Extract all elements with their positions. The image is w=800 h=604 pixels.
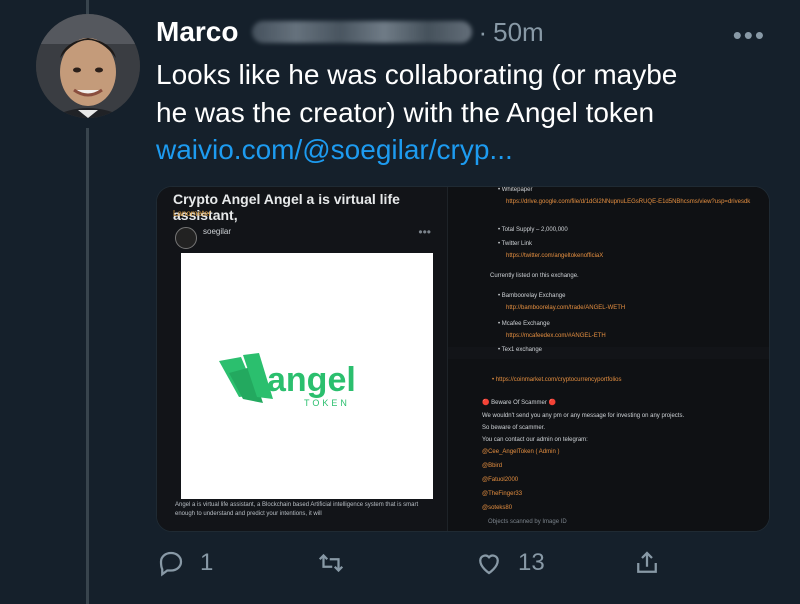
post-header: soegilar ••• bbox=[173, 223, 437, 249]
post-author: soegilar bbox=[203, 227, 232, 236]
card-title: Crypto Angel Angel a is virtual life ass… bbox=[173, 191, 400, 223]
retweet-button[interactable] bbox=[316, 548, 360, 578]
card-description: Angel a is virtual life assistant, a Blo… bbox=[175, 502, 419, 517]
tweet-actions: 1 13 bbox=[156, 548, 756, 588]
tweet-text-line-1: Looks like he was collaborating (or mayb… bbox=[156, 59, 678, 90]
author-name[interactable]: Marco bbox=[156, 16, 238, 48]
tweet-media-image[interactable]: Crypto Angel Angel a is virtual life ass… bbox=[156, 186, 770, 532]
tweet-text-line-2: he was the creator) with the Angel token bbox=[156, 97, 655, 128]
twitter-label: • Twitter Link bbox=[498, 241, 533, 247]
listed-label: Currently listed on this exchange. bbox=[490, 273, 579, 279]
scan-note: Objects scanned by Image ID bbox=[488, 519, 567, 525]
handle-4: @soteks80 bbox=[482, 505, 513, 511]
post-avatar bbox=[175, 227, 197, 249]
reply-button[interactable]: 1 bbox=[156, 548, 213, 578]
handle-1: @Bbird bbox=[482, 463, 503, 469]
blurred-handle bbox=[252, 21, 473, 43]
separator-dot: · bbox=[478, 16, 488, 47]
avatar-photo bbox=[36, 14, 140, 118]
beware-heading: 🔴 Beware Of Scammer 🔴 bbox=[482, 400, 556, 406]
exchange-1-link: http://bamboorelay.com/trade/ANGEL-WETH bbox=[506, 305, 626, 311]
tweet-link[interactable]: waivio.com/@soegilar/cryp... bbox=[156, 134, 513, 166]
thread-line-top bbox=[86, 0, 89, 14]
total-supply: • Total Supply – 2,000,000 bbox=[498, 227, 568, 233]
right-top-section: • Whitepaper https://drive.google.com/fi… bbox=[448, 187, 769, 353]
handle-2: @Fatuol2000 bbox=[482, 477, 519, 483]
warning-text-2: So beware of scammer. bbox=[482, 425, 546, 431]
card-tag: Lanometer bbox=[173, 209, 212, 218]
tweet-time[interactable]: 50m bbox=[493, 17, 544, 48]
angel-logo-box: angel TOKEN bbox=[181, 253, 433, 499]
share-button[interactable] bbox=[632, 548, 662, 578]
right-bottom-section: • https://coinmarket.com/cryptocurrencyp… bbox=[448, 359, 769, 531]
reply-icon bbox=[159, 551, 183, 577]
exchange-1-label: • Bamboorelay Exchange bbox=[498, 293, 566, 299]
whitepaper-link: https://drive.google.com/file/d/1dGl2NNu… bbox=[506, 199, 751, 205]
media-left-panel: Crypto Angel Angel a is virtual life ass… bbox=[157, 187, 448, 531]
angel-token-subtitle: TOKEN bbox=[304, 398, 350, 408]
like-button[interactable]: 13 bbox=[474, 548, 545, 578]
retweet-icon bbox=[318, 553, 344, 573]
like-count: 13 bbox=[518, 549, 545, 576]
avatar[interactable] bbox=[36, 14, 140, 118]
reply-count: 1 bbox=[200, 549, 214, 576]
exchange-2-link: https://mcafeedex.com/#ANGEL-ETH bbox=[506, 333, 606, 339]
share-icon bbox=[637, 551, 657, 573]
thread-line bbox=[86, 128, 89, 604]
exchange-2-label: • Mcafee Exchange bbox=[498, 321, 550, 327]
admin-handle: @Cee_AngelToken ( Admin ) bbox=[482, 449, 560, 455]
contact-text: You can contact our admin on telegram: bbox=[482, 437, 588, 443]
angel-wordmark: angel bbox=[267, 361, 356, 399]
tweet-text: Looks like he was collaborating (or mayb… bbox=[156, 56, 776, 132]
heart-icon bbox=[479, 554, 499, 575]
post-more-icon: ••• bbox=[418, 225, 431, 239]
handle-3: @TheFinger33 bbox=[482, 491, 523, 497]
tweet-header: Marco · 50m ••• bbox=[156, 14, 780, 50]
exchange-3-label: • Tex1 exchange bbox=[498, 347, 543, 353]
whitepaper-label: • Whitepaper bbox=[498, 187, 533, 193]
more-options-icon[interactable]: ••• bbox=[733, 20, 766, 51]
twitter-link: https://twitter.com/angeltokenofficiaX bbox=[506, 253, 604, 259]
coinmarket-link: • https://coinmarket.com/cryptocurrencyp… bbox=[492, 377, 622, 383]
warning-text: We wouldn't send you any pm or any messa… bbox=[482, 413, 685, 419]
media-right-panel: • Whitepaper https://drive.google.com/fi… bbox=[448, 187, 769, 531]
